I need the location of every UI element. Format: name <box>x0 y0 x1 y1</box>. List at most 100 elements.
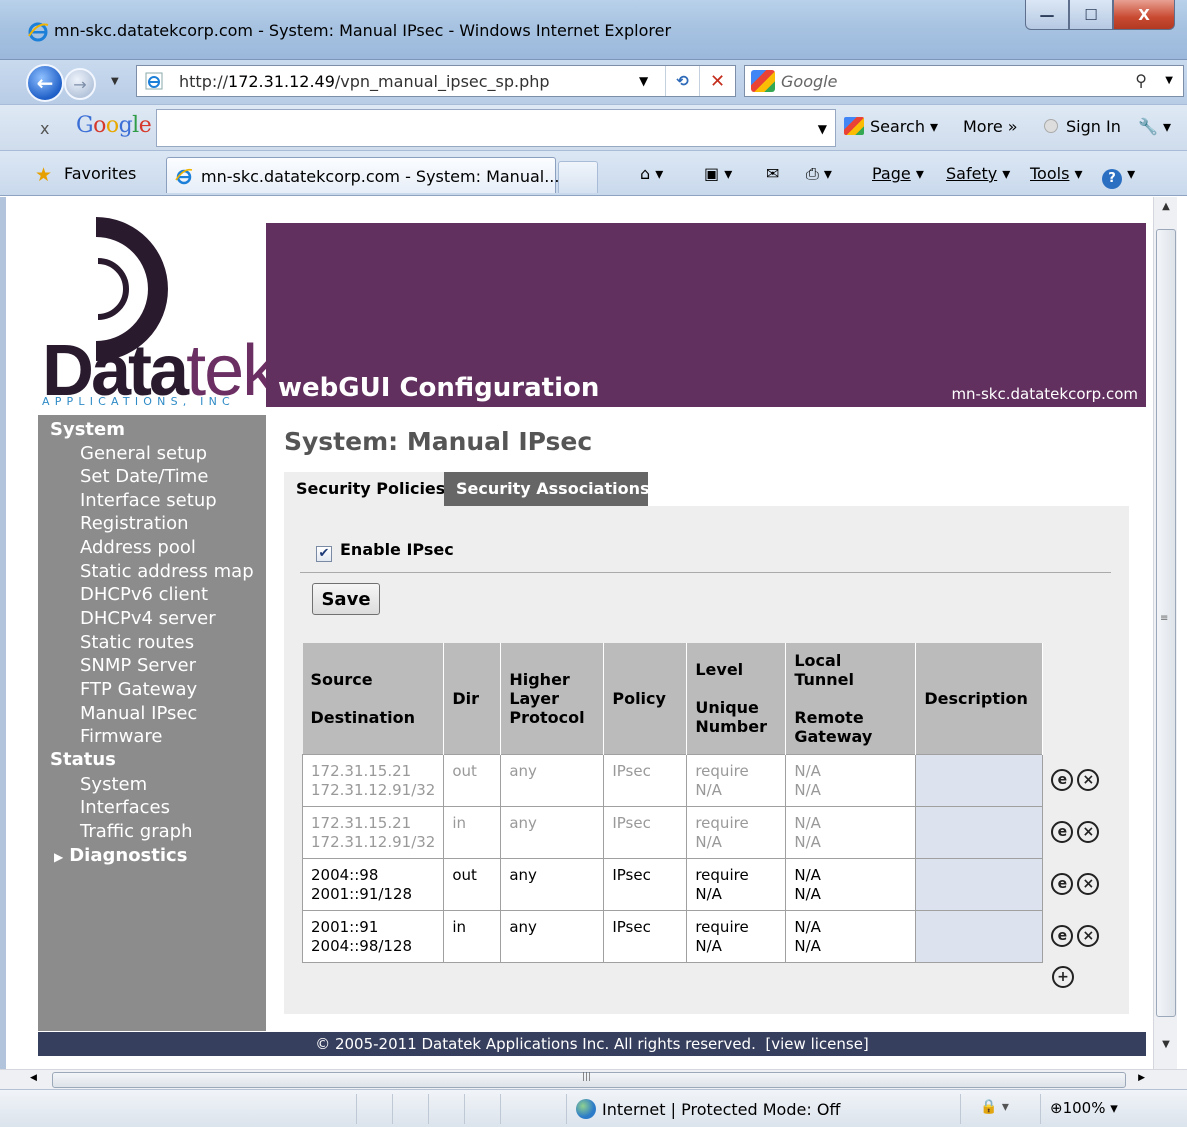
sidebar-header-status[interactable]: Status <box>50 749 116 770</box>
wrench-icon[interactable]: 🔧 ▾ <box>1138 117 1171 136</box>
status-divider <box>566 1094 567 1124</box>
sidebar-item-dhcpv6-client[interactable]: DHCPv6 client <box>80 584 208 605</box>
table-header-row: Source Destination Dir Higher Layer Protoco… <box>302 643 1113 754</box>
zoom-level[interactable]: ⊕100% ▾ <box>1050 1099 1118 1117</box>
sign-in-button[interactable]: Sign In <box>1044 117 1121 136</box>
help-menu[interactable]: ? ▾ <box>1102 164 1135 189</box>
sidebar-item-dhcpv4-server[interactable]: DHCPv4 server <box>80 608 216 629</box>
search-input[interactable]: Google ⚲ ▼ <box>744 65 1184 97</box>
table-row[interactable]: 172.31.15.21 172.31.12.91/32 in any IPsec… <box>301 805 1113 859</box>
table-row[interactable]: 2004::98 2001::91/128 out any IPsec requi… <box>301 857 1113 911</box>
sidebar-header-system[interactable]: System <box>50 419 125 440</box>
security-zone[interactable]: Internet | Protected Mode: Off <box>576 1099 840 1119</box>
recent-pages-dropdown[interactable]: ▼ <box>111 76 119 87</box>
scroll-down-icon[interactable]: ▼ <box>1154 1039 1178 1059</box>
column-header-dir: Dir <box>443 643 502 754</box>
tab-security-policies[interactable]: Security Policies <box>284 472 445 506</box>
delete-icon[interactable]: × <box>1077 769 1100 791</box>
header-local: Local <box>794 650 842 670</box>
new-tab-button[interactable] <box>558 161 598 193</box>
back-button[interactable]: ← <box>26 64 64 102</box>
header-number: Number <box>695 717 767 737</box>
vertical-scrollbar[interactable]: ▲ ≡ ▼ <box>1153 197 1177 1069</box>
enable-ipsec-label[interactable]: Enable IPsec <box>340 540 454 559</box>
scroll-up-icon[interactable]: ▲ <box>1154 201 1178 221</box>
minimize-button[interactable]: — <box>1025 0 1069 30</box>
sidebar-item-static-routes[interactable]: Static routes <box>80 632 194 653</box>
home-icon[interactable]: ⌂ ▾ <box>640 164 663 183</box>
sidebar-item-registration[interactable]: Registration <box>80 513 189 534</box>
sidebar: System General setup Set Date/Time Inter… <box>38 415 266 1031</box>
page-menu[interactable]: Page ▾ <box>872 164 924 183</box>
tools-menu-label: Tools <box>1030 164 1070 183</box>
sidebar-item-interface-setup[interactable]: Interface setup <box>80 490 217 511</box>
favorites-button[interactable]: Favorites <box>64 164 136 183</box>
tab-security-associations[interactable]: Security Associations <box>444 472 650 506</box>
scroll-left-icon[interactable]: ◀ <box>30 1073 37 1083</box>
column-header-tunnel: Local Tunnel Remote Gateway <box>785 643 917 754</box>
horizontal-scrollbar[interactable]: ◀ ||| ▶ <box>0 1069 1187 1089</box>
cell-unique: N/A <box>695 780 722 799</box>
scroll-right-icon[interactable]: ▶ <box>1138 1073 1145 1083</box>
print-icon[interactable]: ⎙ ▾ <box>806 164 832 184</box>
search-icon[interactable]: ⚲ <box>1135 71 1147 90</box>
sidebar-item-address-pool[interactable]: Address pool <box>80 537 196 558</box>
sidebar-item-status-system[interactable]: System <box>80 774 147 795</box>
tools-menu[interactable]: Tools ▾ <box>1030 164 1083 183</box>
delete-icon[interactable]: × <box>1077 873 1100 895</box>
status-divider <box>356 1094 357 1124</box>
cell-description <box>915 857 1044 911</box>
column-header-source-destination: Source Destination <box>302 643 445 754</box>
browser-tab[interactable]: mn-skc.datatekcorp.com - System: Manual.… <box>166 157 559 193</box>
delete-icon[interactable]: × <box>1077 925 1100 947</box>
sidebar-item-firmware[interactable]: Firmware <box>80 726 163 747</box>
window-titlebar: mn-skc.datatekcorp.com - System: Manual … <box>0 0 1187 60</box>
mail-icon[interactable]: ✉ <box>766 164 779 183</box>
sidebar-item-general-setup[interactable]: General setup <box>80 443 207 464</box>
forward-button[interactable]: → <box>64 68 96 100</box>
sidebar-item-interfaces[interactable]: Interfaces <box>80 797 170 818</box>
column-header-level: Level Unique Number <box>686 643 787 754</box>
favorites-star-icon[interactable]: ★ <box>35 164 52 186</box>
sidebar-item-snmp-server[interactable]: SNMP Server <box>80 655 196 676</box>
refresh-icon[interactable]: ⟲ <box>665 66 699 96</box>
sidebar-item-manual-ipsec[interactable]: Manual IPsec <box>80 703 197 724</box>
enable-ipsec-checkbox[interactable]: ✔ <box>316 546 332 562</box>
table-row[interactable]: 172.31.15.21 172.31.12.91/32 out any IPse… <box>301 753 1113 807</box>
delete-icon[interactable]: × <box>1077 821 1100 843</box>
google-search-field[interactable]: ▼ <box>156 109 836 147</box>
close-window-button[interactable]: X <box>1113 0 1175 30</box>
cell-local: N/A <box>794 917 821 936</box>
url-dropdown-icon[interactable]: ▼ <box>639 74 648 88</box>
table-row[interactable]: 2001::91 2004::98/128 in any IPsec requir… <box>301 909 1113 963</box>
cell-source: 2004::98 <box>311 865 379 884</box>
status-divider <box>500 1094 501 1124</box>
cell-destination: 2004::98/128 <box>311 936 413 955</box>
sidebar-item-ftp-gateway[interactable]: FTP Gateway <box>80 679 197 700</box>
google-search-button[interactable]: Search ▾ <box>844 117 938 136</box>
close-toolbar-icon[interactable]: x <box>40 119 49 138</box>
chevron-down-icon[interactable]: ▼ <box>818 122 827 136</box>
edit-icon[interactable]: e <box>1051 769 1074 791</box>
sidebar-item-traffic-graph[interactable]: Traffic graph <box>80 821 193 842</box>
edit-icon[interactable]: e <box>1051 925 1074 947</box>
edit-icon[interactable]: e <box>1051 821 1074 843</box>
view-license-link[interactable]: [view license] <box>765 1035 868 1053</box>
hgrip-icon: ||| <box>582 1072 592 1082</box>
feeds-icon[interactable]: ▣ ▾ <box>704 164 732 183</box>
protected-mode-icon[interactable]: 🔒 ▾ <box>980 1099 1009 1115</box>
url-input[interactable]: http://172.31.12.49/vpn_manual_ipsec_sp.… <box>136 65 736 97</box>
maximize-button[interactable]: ☐ <box>1069 0 1113 30</box>
stop-icon[interactable]: ✕ <box>699 66 735 96</box>
sidebar-item-diagnostics[interactable]: ▶ Diagnostics <box>54 845 187 866</box>
sidebar-item-set-date-time[interactable]: Set Date/Time <box>80 466 208 487</box>
row-actions: e × <box>1043 858 1113 910</box>
more-button[interactable]: More » <box>963 117 1018 136</box>
add-icon[interactable]: + <box>1052 966 1074 988</box>
edit-icon[interactable]: e <box>1051 873 1074 895</box>
safety-menu[interactable]: Safety ▾ <box>946 164 1010 183</box>
cell-local: N/A <box>794 865 821 884</box>
sidebar-item-static-address-map[interactable]: Static address map <box>80 561 254 582</box>
save-button[interactable]: Save <box>312 583 380 615</box>
search-options-icon[interactable]: ▼ <box>1165 75 1173 86</box>
